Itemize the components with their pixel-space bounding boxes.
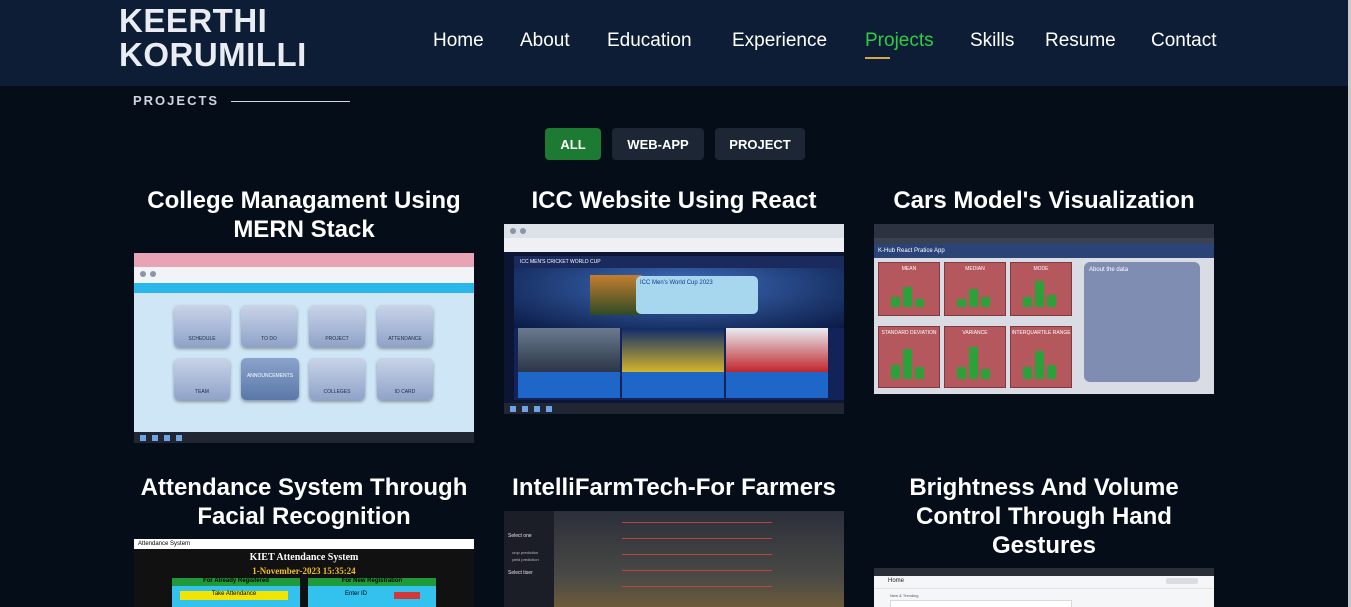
nav-contact[interactable]: Contact — [1151, 30, 1216, 52]
panel-title: For New Registration — [308, 578, 436, 586]
nav-projects[interactable]: Projects — [865, 30, 934, 52]
project-thumbnail-icc[interactable]: ICC MEN'S CRICKET WORLD CUP ICC Men's Wo… — [504, 224, 844, 414]
project-thumbnail-attendance[interactable]: Attendance System KIET Attendance System… — [134, 539, 474, 607]
window-titlebar: Attendance System — [134, 539, 474, 549]
nav-about[interactable]: About — [520, 30, 570, 52]
browser-toolbar — [504, 238, 844, 252]
enter-id-label: Enter ID — [344, 591, 367, 597]
stat-card: MEAN — [878, 262, 940, 316]
stat-card: VARIANCE — [944, 326, 1006, 388]
news-image — [518, 328, 620, 372]
filter-project-button[interactable]: PROJECT — [715, 128, 805, 160]
nav-experience[interactable]: Experience — [732, 30, 827, 52]
window-titlebar — [874, 568, 1214, 576]
tile-label: PROJECT — [325, 336, 349, 342]
nav-skills[interactable]: Skills — [970, 30, 1014, 52]
farm-option[interactable]: crop prediction — [512, 550, 538, 555]
tile-label: TEAM — [195, 389, 209, 395]
browser-tabbar — [504, 224, 844, 238]
tile-label: ANNOUNCEMENTS — [246, 373, 294, 379]
filter-web-app-button[interactable]: WEB-APP — [612, 128, 704, 160]
slider-track[interactable] — [622, 554, 772, 555]
take-attendance-button[interactable]: Take Attendance — [180, 591, 288, 600]
slider-track[interactable] — [622, 538, 772, 539]
tile-label: ID CARD — [394, 389, 416, 395]
news-caption — [726, 372, 828, 398]
cars-app-header: K-Hub React Pratice App — [874, 244, 1214, 258]
news-caption — [622, 372, 724, 398]
browser-tabbar — [874, 224, 1214, 238]
nav-education[interactable]: Education — [607, 30, 692, 52]
tile-announcements — [241, 358, 299, 400]
attendance-heading: KIET Attendance System — [249, 552, 359, 563]
project-title: ICC Website Using React — [531, 187, 817, 214]
project-thumbnail-hand-gestures[interactable]: Home New & Trending — [874, 568, 1214, 607]
project-card-icc[interactable]: ICC Website Using React — [504, 186, 844, 215]
slider-track[interactable] — [622, 586, 772, 587]
app-topbar — [134, 283, 474, 293]
nav-home[interactable]: Home — [433, 30, 484, 52]
registered-panel: For Already Registered Take Attendance — [172, 578, 300, 607]
search-box[interactable] — [1166, 578, 1198, 584]
project-title: Attendance System Through Facial Recogni… — [140, 474, 468, 530]
slider-track[interactable] — [622, 522, 772, 523]
site-header: KEERTHI KORUMILLI Home About Education E… — [0, 0, 1351, 86]
tile-label: ATTENDANCE — [388, 336, 422, 342]
browser-tabbar — [134, 253, 474, 267]
tile-label: SCHEDULE — [188, 336, 216, 342]
nav-active-underline — [865, 57, 890, 59]
section-title-line — [231, 101, 350, 102]
select-one-label: Select one — [508, 533, 532, 539]
windows-taskbar — [504, 403, 844, 414]
site-logo[interactable]: KEERTHI KORUMILLI — [119, 4, 307, 72]
icc-navbar: ICC MEN'S CRICKET WORLD CUP — [514, 256, 844, 268]
section-title: PROJECTS — [133, 93, 220, 108]
banner-image — [590, 275, 642, 315]
project-card-attendance[interactable]: Attendance System Through Facial Recogni… — [134, 473, 474, 531]
slider-track[interactable] — [622, 570, 772, 571]
nav-resume[interactable]: Resume — [1045, 30, 1116, 52]
project-title: IntelliFarmTech-For Farmers — [512, 474, 836, 501]
attendance-datetime: 1-November-2023 15:35:24 — [252, 566, 356, 576]
stat-card: INTERQUARTILE RANGE — [1010, 326, 1072, 388]
stat-card: STANDARD DEVIATION — [878, 326, 940, 388]
farm-option[interactable]: yield prediction — [512, 557, 539, 562]
stat-card: MODE — [1010, 262, 1072, 316]
project-title: Brightness And Volume Control Through Ha… — [909, 474, 1179, 559]
project-card-intellifarm[interactable]: IntelliFarmTech-For Farmers — [504, 473, 844, 502]
browser-toolbar — [134, 267, 474, 283]
home-label: Home — [888, 578, 905, 584]
project-thumbnail-college[interactable]: SCHEDULE TO DO PROJECT ATTENDANCE TEAM A… — [134, 253, 474, 443]
project-card-cars[interactable]: Cars Model's Visualization — [874, 186, 1214, 215]
filter-all-button[interactable]: ALL — [545, 128, 601, 160]
project-thumbnail-cars[interactable]: K-Hub React Pratice App MEAN MEDIAN MODE… — [874, 224, 1214, 394]
id-input[interactable] — [394, 592, 420, 599]
panel-title: For Already Registered — [172, 578, 300, 586]
project-thumbnail-intellifarm[interactable]: Select one crop prediction yield predict… — [504, 511, 844, 607]
tile-label: COLLEGES — [323, 389, 351, 395]
select-tiser-label: Select tiser — [508, 570, 533, 576]
tile-label: TO DO — [261, 336, 277, 342]
banner-card: ICC Men's World Cup 2023 — [636, 276, 758, 314]
news-caption — [518, 372, 620, 398]
stat-card: MEDIAN — [944, 262, 1006, 316]
windows-taskbar — [134, 432, 474, 443]
project-title: College Managament Using MERN Stack — [147, 187, 461, 243]
project-card-college[interactable]: College Managament Using MERN Stack — [134, 186, 474, 244]
trending-label: New & Trending — [890, 593, 919, 598]
about-data-panel: About the data — [1084, 262, 1200, 382]
news-image — [726, 328, 828, 372]
divider — [874, 588, 1214, 589]
content-card — [890, 600, 1072, 607]
news-image — [622, 328, 724, 372]
new-registration-panel: For New Registration Enter ID — [308, 578, 436, 607]
project-title: Cars Model's Visualization — [893, 187, 1195, 214]
project-card-hand-gestures[interactable]: Brightness And Volume Control Through Ha… — [874, 473, 1214, 560]
